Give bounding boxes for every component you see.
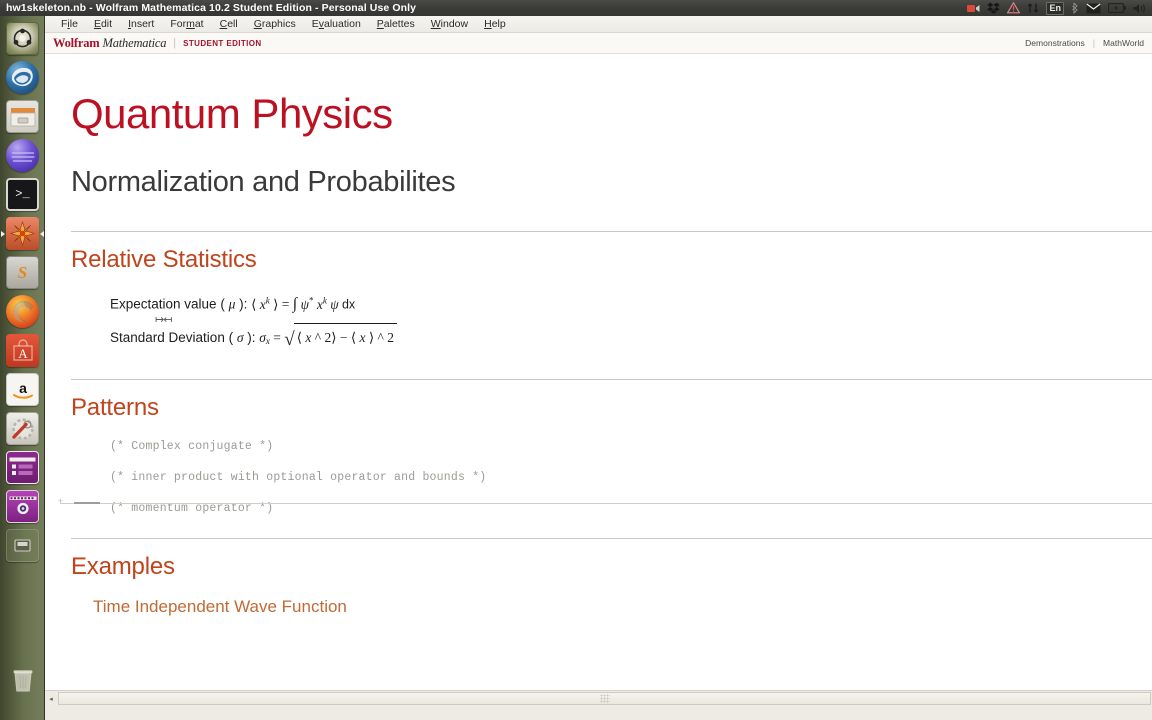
section-heading-relative-statistics: Relative Statistics [71, 246, 257, 274]
link-mathworld[interactable]: MathWorld [1103, 38, 1144, 48]
mail-icon[interactable] [1086, 3, 1101, 14]
launcher-item-files[interactable] [0, 97, 45, 136]
unity-launcher: >_ S A a [0, 16, 45, 720]
system-settings-icon[interactable] [6, 412, 39, 445]
trash-icon[interactable] [6, 663, 39, 696]
workspace-switcher-icon[interactable] [6, 451, 39, 484]
subsection-heading-wave-function: Time Independent Wave Function [93, 596, 347, 616]
text-cursor-marker: ↦↤ [155, 313, 172, 326]
dropbox-icon[interactable] [987, 2, 1001, 14]
formula-label-stddev: Standard Deviation [110, 329, 225, 345]
formula-lhs-stddev: σx [259, 329, 270, 346]
svg-text:A: A [18, 346, 28, 361]
formula-lhs-expectation: ⟨ xk ⟩ [251, 295, 279, 312]
thunderbird-icon[interactable] [6, 61, 39, 94]
launcher-item-software-center[interactable]: A [0, 331, 45, 370]
firefox-icon[interactable] [6, 295, 39, 328]
launcher-item-video-player[interactable] [0, 487, 45, 526]
section-patterns[interactable]: Patterns (* Complex conjugate *) (* inne… [45, 380, 1152, 515]
formula-rhs-stddev: √ ⟨ x ^ 2⟩ − ⟨ x ⟩ ^ 2 [284, 322, 397, 353]
brand-wolfram: Wolfram [53, 35, 100, 50]
section-heading-examples: Examples [71, 552, 175, 580]
brand-bar: Wolfram Mathematica | STUDENT EDITION De… [45, 33, 1152, 54]
video-player-icon[interactable] [6, 490, 39, 523]
launcher-item-firefox[interactable] [0, 292, 45, 331]
warning-icon[interactable] [1007, 1, 1021, 14]
terminal-icon[interactable]: >_ [6, 178, 39, 211]
running-indicator-right [40, 230, 44, 237]
title-cell[interactable]: Quantum Physics Normalization and Probab… [45, 54, 1152, 199]
link-demonstrations[interactable]: Demonstrations [1025, 38, 1085, 48]
menu-window[interactable]: Window [423, 16, 476, 32]
launcher-item-dash[interactable] [0, 19, 45, 58]
bluetooth-icon[interactable] [1071, 2, 1079, 15]
sublime-text-icon[interactable]: S [6, 256, 39, 289]
scrollbar-grip-icon [599, 694, 610, 703]
page-title: Quantum Physics [71, 90, 393, 137]
horizontal-scrollbar[interactable]: ◂ [45, 690, 1152, 706]
code-comment-inner-product[interactable]: (* inner product with optional operator … [45, 471, 1152, 484]
code-comment-complex-conjugate[interactable]: (* Complex conjugate *) [45, 440, 1152, 453]
ubuntu-dash-icon[interactable] [6, 22, 39, 55]
running-indicator-left [1, 230, 5, 237]
section-heading-patterns: Patterns [71, 393, 159, 421]
mathematica-window: File Edit Insert Format Cell Graphics Ev… [45, 16, 1152, 720]
launcher-item-terminal[interactable]: >_ [0, 175, 45, 214]
files-icon[interactable] [6, 100, 39, 133]
menu-cell[interactable]: Cell [212, 16, 246, 32]
menu-format[interactable]: Format [162, 16, 211, 32]
launcher-item-amazon[interactable]: a [0, 370, 45, 409]
section-relative-statistics[interactable]: Relative Statistics Expectation value ( … [45, 232, 1152, 354]
formula-standard-deviation[interactable]: Standard Deviation ( σ ): σx = √ ⟨ x ^ 2⟩… [45, 322, 1152, 354]
formula-expectation-value[interactable]: Expectation value ( μ ): ⟨ xk ⟩ = ∫ ψ* x… [45, 295, 1152, 314]
scrollbar-thumb[interactable] [59, 693, 1150, 704]
menu-graphics[interactable]: Graphics [246, 16, 304, 32]
formula-label-expectation: Expectation value [110, 296, 217, 312]
ubuntu-software-center-icon[interactable]: A [6, 334, 39, 367]
scroll-left-arrow-icon[interactable]: ◂ [45, 692, 57, 706]
volume-icon[interactable] [1133, 3, 1146, 14]
menu-evaluation[interactable]: Evaluation [304, 16, 369, 32]
launcher-item-system-settings[interactable] [0, 409, 45, 448]
menu-bar: File Edit Insert Format Cell Graphics Ev… [45, 16, 1152, 33]
brand-link-separator: | [1092, 38, 1096, 48]
brand-mathematica: Mathematica [102, 35, 167, 50]
formula-symbol-sigma: σ [236, 329, 244, 345]
launcher-item-sublime[interactable]: S [0, 253, 45, 292]
screen-record-icon[interactable] [967, 3, 980, 14]
menu-insert[interactable]: Insert [120, 16, 162, 32]
menu-help[interactable]: Help [476, 16, 514, 32]
launcher-item-trash[interactable] [0, 663, 45, 696]
brand-edition-badge: STUDENT EDITION [183, 38, 262, 48]
cell-insertion-line[interactable] [58, 496, 1152, 506]
network-updown-icon[interactable] [1027, 2, 1039, 14]
launcher-item-rhythmbox[interactable] [0, 136, 45, 175]
launcher-item-thunderbird[interactable] [0, 58, 45, 97]
scrollbar-track[interactable] [58, 692, 1151, 705]
system-tray: En [967, 0, 1152, 16]
menu-file[interactable]: File [53, 16, 86, 32]
svg-text:a: a [19, 380, 27, 396]
page-subtitle: Normalization and Probabilites [71, 166, 456, 199]
language-indicator[interactable]: En [1046, 1, 1064, 15]
menu-edit[interactable]: Edit [86, 16, 120, 32]
top-panel: hw1skeleton.nb - Wolfram Mathematica 10.… [0, 0, 1152, 16]
devices-icon[interactable] [6, 529, 39, 562]
brand-links: Demonstrations | MathWorld [1025, 38, 1144, 48]
mathematica-icon[interactable] [6, 217, 39, 250]
section-examples[interactable]: Examples Time Independent Wave Function [45, 539, 1152, 617]
status-strip [45, 706, 1152, 720]
battery-icon[interactable] [1107, 2, 1126, 14]
notebook-canvas[interactable]: Quantum Physics Normalization and Probab… [45, 54, 1152, 690]
rhythmbox-icon[interactable] [6, 139, 39, 172]
launcher-item-workspace-switcher[interactable] [0, 448, 45, 487]
menu-palettes[interactable]: Palettes [369, 16, 423, 32]
amazon-icon[interactable]: a [6, 373, 39, 406]
brand-separator: | [173, 37, 177, 49]
launcher-item-mathematica[interactable] [0, 214, 45, 253]
window-title: hw1skeleton.nb - Wolfram Mathematica 10.… [6, 2, 417, 14]
launcher-item-devices[interactable] [0, 526, 45, 565]
